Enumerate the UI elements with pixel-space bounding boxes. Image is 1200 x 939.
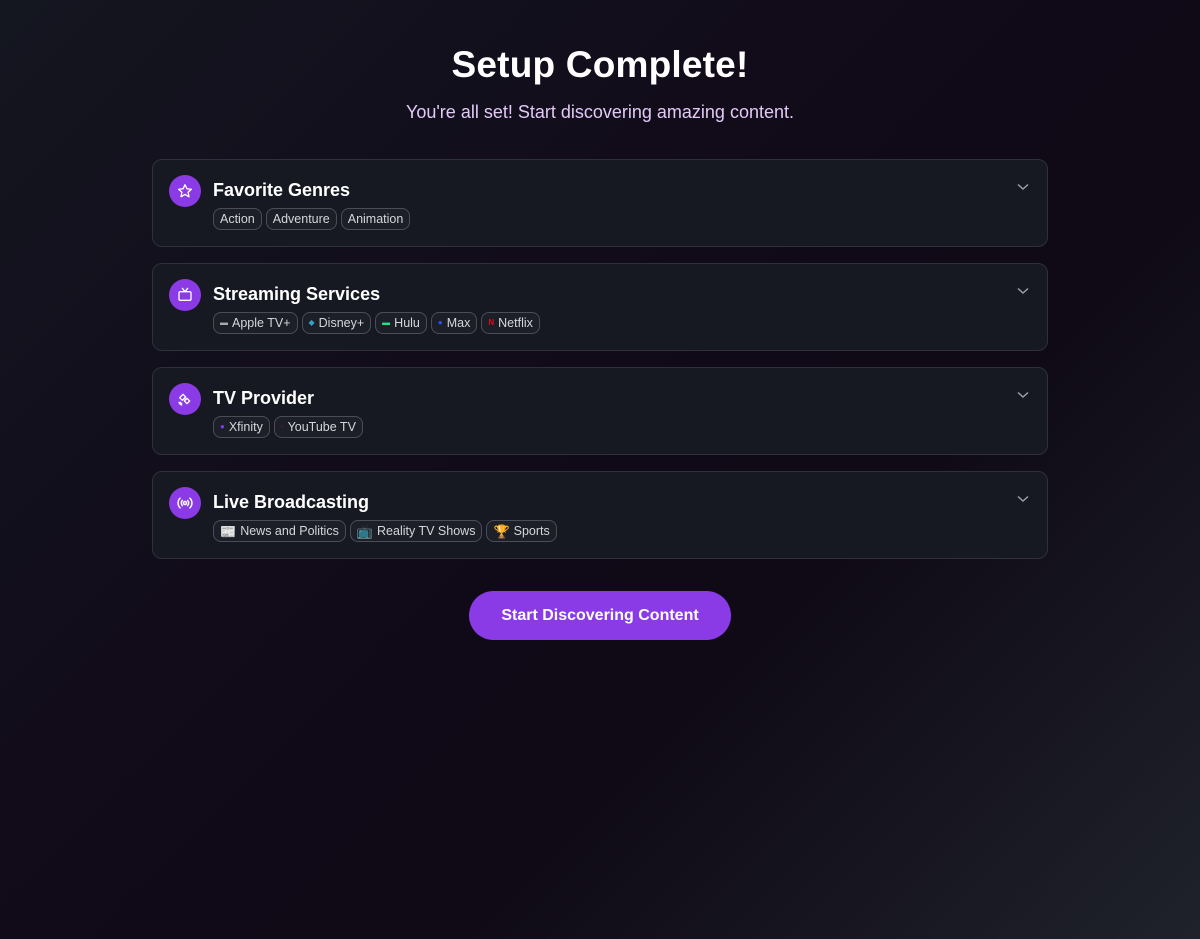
section-title: Streaming Services — [213, 284, 381, 304]
youtube-tv-logo-icon: · — [280, 422, 284, 431]
chip-hulu: ▬ Hulu — [375, 312, 427, 334]
newspaper-icon: 📰 — [220, 523, 237, 539]
broadcast-icon — [169, 487, 201, 519]
chip-label: News and Politics — [240, 524, 339, 538]
chip-label: Action — [220, 212, 255, 226]
xfinity-logo-icon: ● — [220, 422, 225, 431]
page-subtitle: You're all set! Start discovering amazin… — [406, 102, 794, 122]
chip-news-and-politics: 📰 News and Politics — [213, 520, 346, 542]
satellite-icon — [169, 383, 201, 415]
chip-reality-tv-shows: 📺 Reality TV Shows — [349, 520, 483, 542]
section-tv-provider[interactable]: TV Provider ● Xfinity · YouTube TV — [152, 367, 1048, 455]
netflix-logo-icon: N — [488, 318, 495, 327]
chip-label: Netflix — [498, 316, 533, 330]
section-title: TV Provider — [213, 388, 315, 408]
chip-action: Action — [213, 208, 262, 230]
section-title: Live Broadcasting — [213, 492, 370, 512]
chip-label: YouTube TV — [287, 420, 356, 434]
chip-list: 📰 News and Politics 📺 Reality TV Shows 🏆 Sp… — [213, 520, 557, 542]
chevron-down-icon[interactable] — [1016, 492, 1030, 506]
max-logo-icon: ● — [437, 318, 443, 327]
chip-label: Max — [446, 316, 471, 330]
section-live-broadcasting[interactable]: Live Broadcasting 📰 News and Politics 📺 Re… — [152, 471, 1048, 559]
tv-icon — [169, 279, 201, 311]
chip-animation: Animation — [340, 208, 411, 230]
chip-sports: 🏆 Sports — [486, 520, 557, 542]
chip-label: Animation — [347, 212, 404, 226]
chip-label: Disney+ — [318, 316, 365, 330]
chip-adventure: Adventure — [265, 208, 337, 230]
chip-list: ▬ Apple TV+ ◆ Disney+ ▬ Hulu ● Max N Netflix — [213, 312, 540, 334]
chevron-down-icon[interactable] — [1016, 388, 1030, 402]
chip-label: Xfinity — [228, 420, 263, 434]
chip-xfinity: ● Xfinity — [213, 416, 270, 438]
chip-netflix: N Netflix — [481, 312, 540, 334]
television-icon: 📺 — [356, 523, 374, 539]
section-streaming-services[interactable]: Streaming Services ▬ Apple TV+ ◆ Disney+ ▬… — [152, 263, 1048, 351]
summary-sections: Favorite Genres Action Adventure Animati… — [152, 159, 1048, 575]
chip-label: Apple TV+ — [232, 316, 291, 330]
chip-apple-tv: ▬ Apple TV+ — [213, 312, 298, 334]
section-title: Favorite Genres — [213, 180, 351, 200]
trophy-icon: 🏆 — [493, 523, 510, 539]
star-icon — [169, 175, 201, 207]
apple-tv-logo-icon: ▬ — [220, 318, 228, 327]
chip-label: Hulu — [394, 316, 420, 330]
chip-list: Action Adventure Animation — [213, 208, 411, 230]
start-discovering-button[interactable]: Start Discovering Content — [469, 591, 731, 640]
section-favorite-genres[interactable]: Favorite Genres Action Adventure Animati… — [152, 159, 1048, 247]
chip-label: Sports — [513, 524, 550, 538]
chevron-down-icon[interactable] — [1016, 180, 1030, 194]
chip-label: Reality TV Shows — [377, 524, 476, 538]
chip-youtube-tv: · YouTube TV — [273, 416, 363, 438]
chip-max: ● Max — [430, 312, 478, 334]
chip-disney: ◆ Disney+ — [301, 312, 372, 334]
chip-list: ● Xfinity · YouTube TV — [213, 416, 363, 438]
page-title: Setup Complete! — [451, 44, 749, 85]
chevron-down-icon[interactable] — [1016, 284, 1030, 298]
hulu-logo-icon: ▬ — [382, 318, 391, 327]
chip-label: Adventure — [272, 212, 330, 226]
disney-logo-icon: ◆ — [308, 318, 315, 327]
